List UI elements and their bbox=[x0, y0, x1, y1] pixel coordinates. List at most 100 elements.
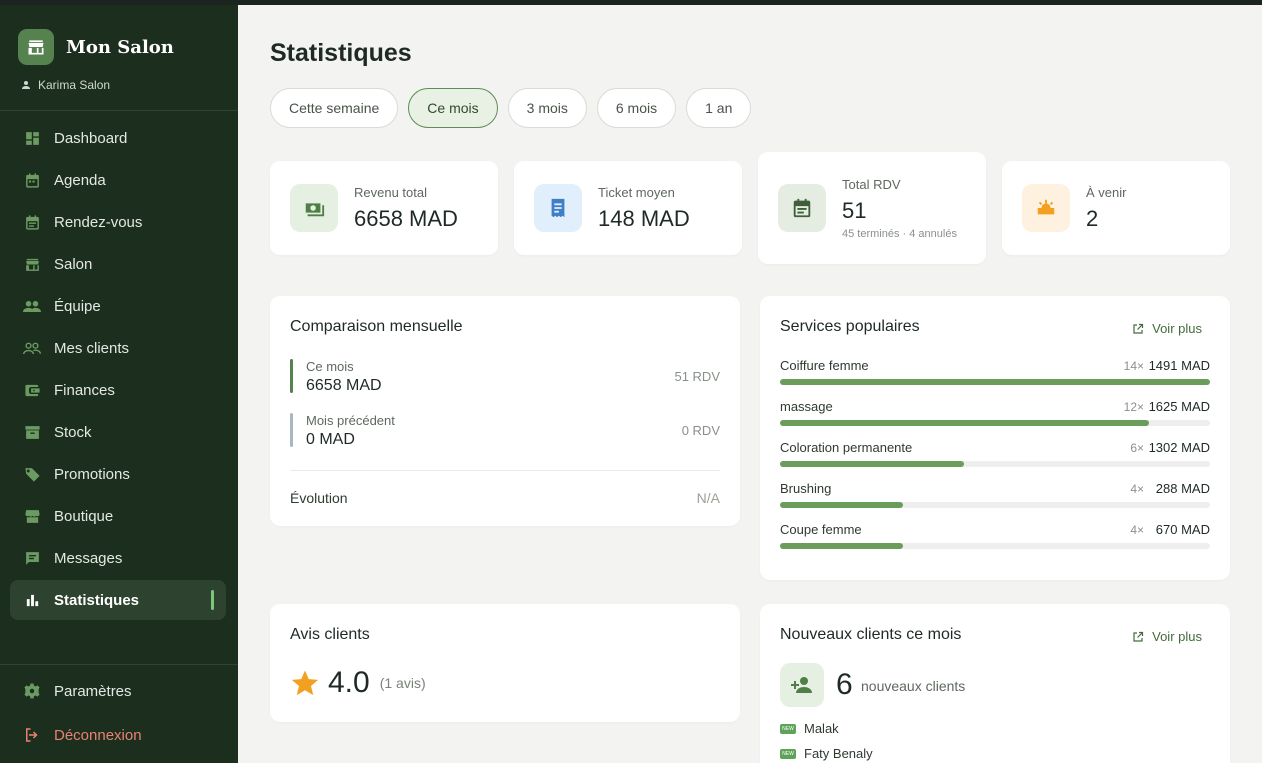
filter-3-mois[interactable]: 3 mois bbox=[507, 88, 587, 128]
store-icon bbox=[18, 29, 54, 65]
kpi-label: Revenu total bbox=[354, 184, 427, 200]
service-bar-fill bbox=[780, 543, 903, 549]
reviews-card: Avis clients 4.0 (1 avis) bbox=[270, 604, 740, 722]
new-clients-count: 6 bbox=[836, 668, 853, 701]
wallet-icon bbox=[23, 381, 41, 399]
new-clients-voir-plus-link[interactable]: Voir plus bbox=[1132, 629, 1202, 644]
service-bar-track bbox=[780, 379, 1210, 385]
team-icon bbox=[23, 297, 41, 315]
sidebar-item-label: Rendez-vous bbox=[54, 213, 143, 231]
service-name: massage bbox=[780, 399, 833, 414]
sidebar-item-label: Boutique bbox=[54, 507, 114, 525]
sidebar-item-rendez-vous[interactable]: Rendez-vous bbox=[10, 202, 226, 242]
services-card: Services populaires Voir plus Coiffure f… bbox=[760, 296, 1230, 580]
comparison-previous: Mois précédent 0 MAD 0 RDV bbox=[290, 413, 720, 448]
sidebar-divider bbox=[0, 664, 238, 665]
sidebar-item-finances[interactable]: Finances bbox=[10, 370, 226, 410]
services-title: Services populaires bbox=[780, 318, 920, 335]
service-row: Coloration permanente 6× 1302 MAD bbox=[780, 440, 1210, 476]
sidebar-item-label: Messages bbox=[54, 549, 123, 567]
sidebar-item-boutique[interactable]: Boutique bbox=[10, 496, 226, 536]
service-amount: 670 MAD bbox=[1155, 522, 1210, 537]
sidebar-item-salon[interactable]: Salon bbox=[10, 244, 226, 284]
sidebar-item-parametres[interactable]: Paramètres bbox=[10, 671, 226, 711]
service-bar-fill bbox=[780, 502, 903, 508]
sidebar-item-label: Équipe bbox=[54, 297, 101, 315]
previous-stripe bbox=[290, 413, 293, 447]
filter-1-an[interactable]: 1 an bbox=[686, 88, 752, 128]
gear-icon bbox=[23, 682, 41, 700]
sidebar-nav: Dashboard Agenda Rendez-vous Salon Équip… bbox=[10, 118, 226, 622]
calendar-icon bbox=[778, 184, 826, 232]
sidebar-item-dashboard[interactable]: Dashboard bbox=[10, 118, 226, 158]
logout-icon bbox=[23, 726, 41, 744]
service-bar-track bbox=[780, 502, 1210, 508]
inventory-icon bbox=[23, 423, 41, 441]
sidebar-item-label: Déconnexion bbox=[54, 726, 142, 744]
client-list-item[interactable]: NEW Faty Benaly bbox=[780, 746, 873, 761]
message-icon bbox=[23, 549, 41, 567]
sidebar-item-label: Paramètres bbox=[54, 682, 132, 700]
active-indicator bbox=[211, 590, 214, 610]
kpi-label: Ticket moyen bbox=[598, 184, 675, 200]
service-bar-fill bbox=[780, 379, 1210, 385]
receipt-icon bbox=[534, 184, 582, 232]
client-name: Malak bbox=[804, 721, 839, 736]
comparison-current: Ce mois 6658 MAD 51 RDV bbox=[290, 359, 720, 394]
sidebar-item-label: Agenda bbox=[54, 171, 106, 189]
evolution-label: Évolution bbox=[290, 490, 348, 506]
comparison-current-value: 6658 MAD bbox=[306, 377, 382, 394]
brand[interactable]: Mon Salon bbox=[18, 29, 174, 65]
filter-6-mois[interactable]: 6 mois bbox=[596, 88, 677, 128]
review-count: (1 avis) bbox=[379, 675, 426, 691]
external-link-icon bbox=[1133, 323, 1144, 334]
sidebar-bottom-nav: Paramètres Déconnexion bbox=[10, 671, 226, 759]
comparison-previous-label: Mois précédent bbox=[306, 413, 395, 428]
service-count: 14× bbox=[1123, 359, 1144, 373]
sidebar-item-agenda[interactable]: Agenda bbox=[10, 160, 226, 200]
sunrise-icon bbox=[1022, 184, 1070, 232]
sidebar-item-messages[interactable]: Messages bbox=[10, 538, 226, 578]
sidebar-item-stock[interactable]: Stock bbox=[10, 412, 226, 452]
service-bar-track bbox=[780, 461, 1210, 467]
service-amount: 1491 MAD bbox=[1148, 358, 1210, 373]
kpi-label: Total RDV bbox=[842, 176, 901, 192]
event-icon bbox=[23, 213, 41, 231]
service-amount: 1302 MAD bbox=[1148, 440, 1210, 455]
sidebar-item-label: Promotions bbox=[54, 465, 130, 483]
service-row: Coupe femme 4× 670 MAD bbox=[780, 522, 1210, 558]
service-name: Coupe femme bbox=[780, 522, 862, 537]
service-bar-fill bbox=[780, 420, 1149, 426]
reviews-title: Avis clients bbox=[290, 626, 370, 643]
user-icon bbox=[22, 81, 30, 89]
logout-button[interactable]: Déconnexion bbox=[10, 715, 226, 755]
comparison-card: Comparaison mensuelle Ce mois 6658 MAD 5… bbox=[270, 296, 740, 526]
sidebar-item-promotions[interactable]: Promotions bbox=[10, 454, 226, 494]
comparison-divider bbox=[290, 470, 720, 471]
sidebar-item-label: Stock bbox=[54, 423, 92, 441]
filter-cette-semaine[interactable]: Cette semaine bbox=[270, 88, 399, 128]
store-icon bbox=[23, 255, 41, 273]
client-list-item[interactable]: NEW Malak bbox=[780, 721, 839, 736]
filter-ce-mois[interactable]: Ce mois bbox=[408, 88, 498, 128]
sidebar-item-statistiques[interactable]: Statistiques bbox=[10, 580, 226, 620]
service-bar-track bbox=[780, 543, 1210, 549]
page-title: Statistiques bbox=[270, 39, 412, 67]
shop-icon bbox=[23, 507, 41, 525]
service-amount: 1625 MAD bbox=[1148, 399, 1210, 414]
service-count: 6× bbox=[1130, 441, 1144, 455]
client-name: Faty Benaly bbox=[804, 746, 873, 761]
service-count: 12× bbox=[1123, 400, 1144, 414]
main-content: Statistiques Cette semaine Ce mois 3 moi… bbox=[238, 5, 1262, 763]
services-voir-plus-link[interactable]: Voir plus bbox=[1132, 321, 1202, 336]
comparison-previous-value: 0 MAD bbox=[306, 431, 355, 448]
sidebar-item-equipe[interactable]: Équipe bbox=[10, 286, 226, 326]
sidebar-divider bbox=[0, 110, 238, 111]
rating-value: 4.0 bbox=[328, 666, 370, 699]
evolution-value: N/A bbox=[696, 490, 720, 506]
kpi-value: 148 MAD bbox=[598, 205, 690, 231]
sidebar: Mon Salon Karima Salon Dashboard Agenda … bbox=[0, 5, 238, 763]
sidebar-item-mes-clients[interactable]: Mes clients bbox=[10, 328, 226, 368]
sidebar-item-label: Finances bbox=[54, 381, 115, 399]
service-name: Coiffure femme bbox=[780, 358, 869, 373]
